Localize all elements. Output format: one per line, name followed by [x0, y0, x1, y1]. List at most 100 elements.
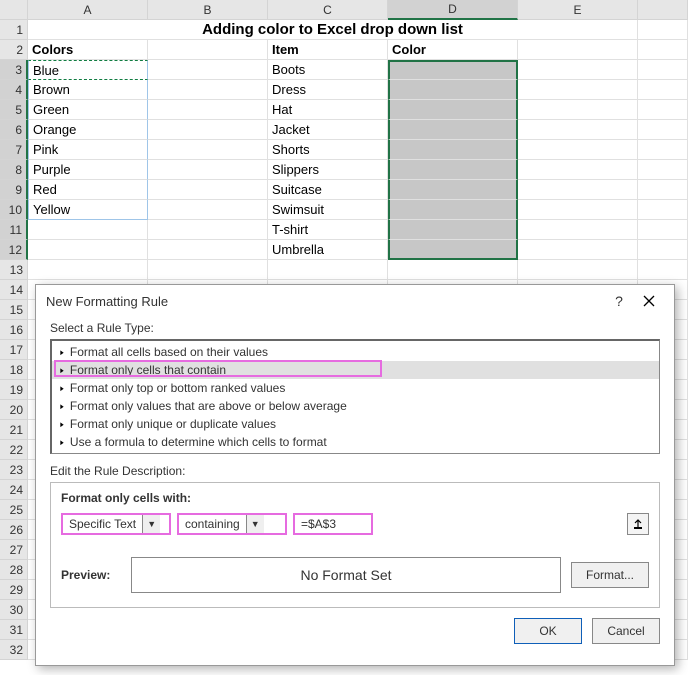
cell[interactable] — [638, 220, 688, 240]
column-header[interactable]: E — [518, 0, 638, 20]
cell[interactable] — [148, 80, 268, 100]
row-header[interactable]: 26 — [0, 520, 28, 540]
row-header[interactable]: 28 — [0, 560, 28, 580]
rule-type-item[interactable]: Format all cells based on their values — [52, 343, 659, 361]
cell[interactable] — [148, 260, 268, 280]
cell-color-dropdown[interactable] — [388, 120, 518, 140]
row-header[interactable]: 29 — [0, 580, 28, 600]
cell[interactable] — [268, 260, 388, 280]
column-header[interactable]: B — [148, 0, 268, 20]
row-header[interactable]: 5 — [0, 100, 28, 120]
cell[interactable] — [518, 80, 638, 100]
cell[interactable] — [638, 40, 688, 60]
cell-color-name[interactable]: Brown — [28, 80, 148, 100]
row-header[interactable]: 3 — [0, 60, 28, 80]
row-header[interactable]: 8 — [0, 160, 28, 180]
cell-color-dropdown[interactable] — [388, 240, 518, 260]
column-header[interactable] — [638, 0, 688, 20]
row-header[interactable]: 12 — [0, 240, 28, 260]
row-header[interactable]: 17 — [0, 340, 28, 360]
cell[interactable] — [638, 160, 688, 180]
cell-color-name[interactable]: Red — [28, 180, 148, 200]
cell[interactable] — [28, 220, 148, 240]
cell-item[interactable]: Dress — [268, 80, 388, 100]
row-header[interactable]: 7 — [0, 140, 28, 160]
row-header[interactable]: 13 — [0, 260, 28, 280]
cell[interactable] — [28, 260, 148, 280]
cell-color-dropdown[interactable] — [388, 140, 518, 160]
cell-color-name[interactable]: Green — [28, 100, 148, 120]
rule-type-item[interactable]: Format only unique or duplicate values — [52, 415, 659, 433]
cell-color-dropdown[interactable] — [388, 200, 518, 220]
cell-color-name[interactable]: Orange — [28, 120, 148, 140]
cell-item[interactable]: Shorts — [268, 140, 388, 160]
cell[interactable] — [638, 120, 688, 140]
cell[interactable] — [518, 40, 638, 60]
cell[interactable] — [638, 140, 688, 160]
cell-color-dropdown[interactable] — [388, 100, 518, 120]
close-button[interactable] — [634, 287, 664, 315]
cell[interactable] — [638, 240, 688, 260]
row-header[interactable]: 20 — [0, 400, 28, 420]
cell[interactable] — [518, 120, 638, 140]
row-header[interactable]: 10 — [0, 200, 28, 220]
cell-item[interactable]: Hat — [268, 100, 388, 120]
help-button[interactable]: ? — [604, 287, 634, 315]
row-header[interactable]: 32 — [0, 640, 28, 660]
cell[interactable] — [148, 240, 268, 260]
row-header[interactable]: 23 — [0, 460, 28, 480]
cell[interactable] — [638, 200, 688, 220]
cell-color-dropdown[interactable] — [388, 260, 518, 280]
cell-color-name[interactable]: Yellow — [28, 200, 148, 220]
cell[interactable] — [148, 200, 268, 220]
row-header[interactable]: 19 — [0, 380, 28, 400]
row-header[interactable]: 27 — [0, 540, 28, 560]
condition-type-select[interactable]: Specific Text▼ — [61, 513, 171, 535]
cell-color-dropdown[interactable] — [388, 160, 518, 180]
cell[interactable] — [148, 160, 268, 180]
cell-item[interactable]: Jacket — [268, 120, 388, 140]
cell[interactable] — [148, 100, 268, 120]
cell[interactable] — [638, 20, 688, 40]
rule-type-item[interactable]: Format only cells that contain — [52, 361, 659, 379]
cell-color-name[interactable]: Blue — [28, 60, 148, 80]
rule-type-item[interactable]: Format only values that are above or bel… — [52, 397, 659, 415]
range-selector-button[interactable] — [627, 513, 649, 535]
cell[interactable] — [518, 100, 638, 120]
cell[interactable] — [518, 140, 638, 160]
ok-button[interactable]: OK — [514, 618, 582, 644]
cell[interactable] — [518, 60, 638, 80]
column-header[interactable]: D — [388, 0, 518, 20]
cell[interactable] — [148, 220, 268, 240]
row-header[interactable]: 15 — [0, 300, 28, 320]
condition-value-input[interactable]: =$A$3 — [293, 513, 373, 535]
select-all-corner[interactable] — [0, 0, 28, 20]
column-header[interactable]: A — [28, 0, 148, 20]
cell-item[interactable]: Suitcase — [268, 180, 388, 200]
row-header[interactable]: 24 — [0, 480, 28, 500]
column-header[interactable]: C — [268, 0, 388, 20]
row-header[interactable]: 31 — [0, 620, 28, 640]
row-header[interactable]: 11 — [0, 220, 28, 240]
cell-color-name[interactable]: Pink — [28, 140, 148, 160]
row-header[interactable]: 18 — [0, 360, 28, 380]
cell[interactable] — [148, 60, 268, 80]
cell[interactable] — [28, 240, 148, 260]
cell[interactable] — [518, 180, 638, 200]
row-header[interactable]: 2 — [0, 40, 28, 60]
rule-type-item[interactable]: Format only top or bottom ranked values — [52, 379, 659, 397]
row-header[interactable]: 22 — [0, 440, 28, 460]
header-color[interactable]: Color — [388, 40, 518, 60]
header-item[interactable]: Item — [268, 40, 388, 60]
cell-item[interactable]: Slippers — [268, 160, 388, 180]
cell[interactable] — [638, 180, 688, 200]
cell-item[interactable]: Umbrella — [268, 240, 388, 260]
row-header[interactable]: 30 — [0, 600, 28, 620]
cell-color-dropdown[interactable] — [388, 80, 518, 100]
cell[interactable] — [148, 120, 268, 140]
row-header[interactable]: 25 — [0, 500, 28, 520]
row-header[interactable]: 1 — [0, 20, 28, 40]
cell-color-dropdown[interactable]: ▼ — [388, 60, 518, 80]
format-button[interactable]: Format... — [571, 562, 649, 588]
row-header[interactable]: 9 — [0, 180, 28, 200]
